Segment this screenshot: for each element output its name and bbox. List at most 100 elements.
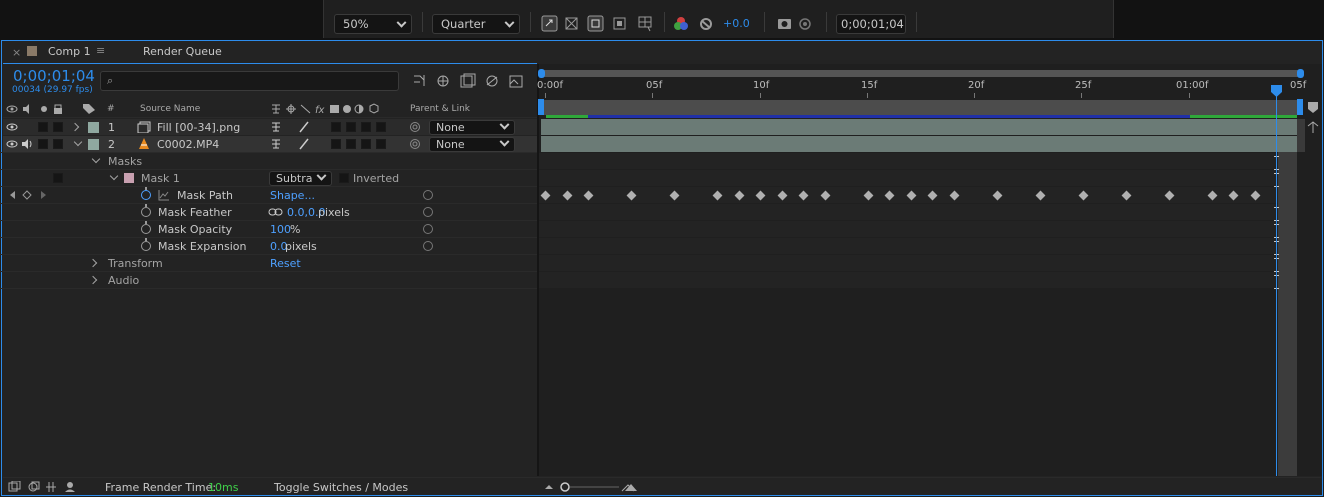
expression-pickwhip-icon[interactable] [423, 224, 433, 234]
mask-path-label[interactable]: Mask Path [177, 189, 233, 202]
pickwhip-icon[interactable] [409, 138, 421, 150]
switch-box[interactable] [361, 139, 371, 149]
mask-expansion-unit: pixels [285, 240, 317, 253]
switch-box[interactable] [346, 139, 356, 149]
stopwatch-icon[interactable] [141, 204, 151, 217]
parent-dropdown[interactable]: None [429, 119, 515, 135]
column-parent-link[interactable]: Parent & Link [410, 104, 470, 114]
frame-render-label: Frame Render Time: [105, 481, 217, 494]
after-effects-window: 50% Quarter +0.0 0;00;01;04 × Comp 1 ≡ R… [0, 0, 1324, 497]
work-area-start[interactable] [538, 99, 544, 115]
divider [530, 12, 531, 32]
expression-pickwhip-icon[interactable] [423, 190, 433, 200]
inverted-checkbox[interactable] [339, 173, 349, 183]
mask-color-swatch[interactable] [124, 173, 134, 183]
mask-path-value[interactable]: Shape... [270, 189, 315, 202]
graph-icon[interactable] [158, 189, 170, 201]
snapshot-icons[interactable] [776, 15, 814, 33]
visibility-eye-icon[interactable] [6, 122, 18, 132]
masks-group-label[interactable]: Masks [108, 155, 142, 168]
label-color[interactable] [88, 139, 99, 150]
layer-name[interactable]: C0002.MP4 [157, 138, 219, 151]
switch-box[interactable] [331, 139, 341, 149]
exposure-value[interactable]: +0.0 [723, 17, 750, 30]
column-number[interactable]: # [107, 104, 115, 114]
comp-marker-icons[interactable] [1306, 100, 1320, 136]
divider [0, 169, 537, 170]
parent-dropdown[interactable]: None [429, 136, 515, 152]
playhead-handle-icon[interactable] [1270, 84, 1283, 98]
chevron-down-icon [504, 17, 515, 28]
stopwatch-icon[interactable] [141, 187, 151, 200]
status-bar-icons[interactable] [8, 481, 80, 493]
timecode-display[interactable]: 0;00;01;04 [836, 14, 906, 34]
layer-search-input[interactable]: ⌕ [100, 71, 399, 91]
quality-switch-icon[interactable] [298, 138, 310, 150]
navigator-end-handle[interactable] [1297, 69, 1304, 78]
av-switch-header-icons [6, 104, 62, 114]
ruler-tick-label: 10f [753, 80, 770, 91]
lock-switch[interactable] [53, 139, 63, 149]
grid-icon[interactable] [636, 14, 656, 34]
resolution-dropdown[interactable]: Quarter [432, 14, 520, 34]
label-color[interactable] [88, 122, 99, 133]
pickwhip-icon[interactable] [409, 121, 421, 133]
work-area-end[interactable] [1297, 99, 1303, 115]
divider [664, 12, 665, 32]
keyframe-navigator[interactable] [8, 190, 48, 200]
close-icon[interactable]: × [12, 46, 21, 59]
switch-box[interactable] [376, 122, 386, 132]
switch-box[interactable] [346, 122, 356, 132]
layer-name[interactable]: Fill [00-34].png [157, 121, 240, 134]
transform-label[interactable]: Transform [108, 257, 163, 270]
tab-render-queue[interactable]: Render Queue [143, 45, 222, 58]
switch-box[interactable] [331, 122, 341, 132]
mask-mode-dropdown[interactable]: Subtra [269, 170, 332, 186]
work-area-bar[interactable] [541, 100, 1297, 115]
hamburger-menu-icon[interactable]: ≡ [96, 44, 105, 57]
solo-switch[interactable] [38, 122, 48, 132]
shy-switch-icon[interactable] [270, 138, 282, 150]
mask-feather-label[interactable]: Mask Feather [158, 206, 232, 219]
current-time-indicator[interactable] [1276, 94, 1277, 476]
divider [0, 186, 537, 187]
layer-bar-1[interactable] [541, 119, 1297, 135]
cache-bar-green [546, 115, 588, 118]
timeline-row [539, 170, 1297, 186]
stopwatch-icon[interactable] [141, 221, 151, 234]
mask-name[interactable]: Mask 1 [141, 172, 180, 185]
audio-speaker-icon[interactable] [21, 139, 33, 149]
divider [826, 12, 827, 32]
divider [0, 220, 537, 221]
transform-reset[interactable]: Reset [270, 257, 301, 270]
switch-box[interactable] [53, 173, 63, 183]
divider [0, 288, 537, 289]
layer-bar-2[interactable] [541, 136, 1297, 152]
navigator-start-handle[interactable] [538, 69, 545, 78]
current-time[interactable]: 0;00;01;04 [13, 67, 95, 85]
quality-switch-icon[interactable] [298, 121, 310, 133]
stopwatch-icon[interactable] [141, 238, 151, 251]
mask-opacity-label[interactable]: Mask Opacity [158, 223, 232, 236]
constrain-link-icon[interactable] [268, 207, 284, 217]
switch-box[interactable] [361, 122, 371, 132]
time-navigator[interactable] [541, 70, 1301, 77]
timeline-row [539, 272, 1297, 288]
switch-box[interactable] [376, 139, 386, 149]
mask-opacity-value[interactable]: 100 [270, 223, 291, 236]
expression-pickwhip-icon[interactable] [423, 241, 433, 251]
tab-comp[interactable]: Comp 1 [48, 45, 91, 58]
expression-pickwhip-icon[interactable] [423, 207, 433, 217]
timeline-switch-icons[interactable] [410, 72, 530, 90]
column-source-name[interactable]: Source Name [140, 104, 200, 114]
lock-switch[interactable] [53, 122, 63, 132]
ruler-tick [652, 93, 653, 98]
zoom-slider[interactable] [543, 481, 643, 493]
visibility-eye-icon[interactable] [6, 139, 18, 149]
toggle-switches-modes-button[interactable]: Toggle Switches / Modes [274, 481, 408, 494]
mask-expansion-label[interactable]: Mask Expansion [158, 240, 246, 253]
solo-switch[interactable] [38, 139, 48, 149]
zoom-dropdown[interactable]: 50% [334, 14, 412, 34]
audio-label[interactable]: Audio [108, 274, 139, 287]
shy-switch-icon[interactable] [270, 121, 282, 133]
